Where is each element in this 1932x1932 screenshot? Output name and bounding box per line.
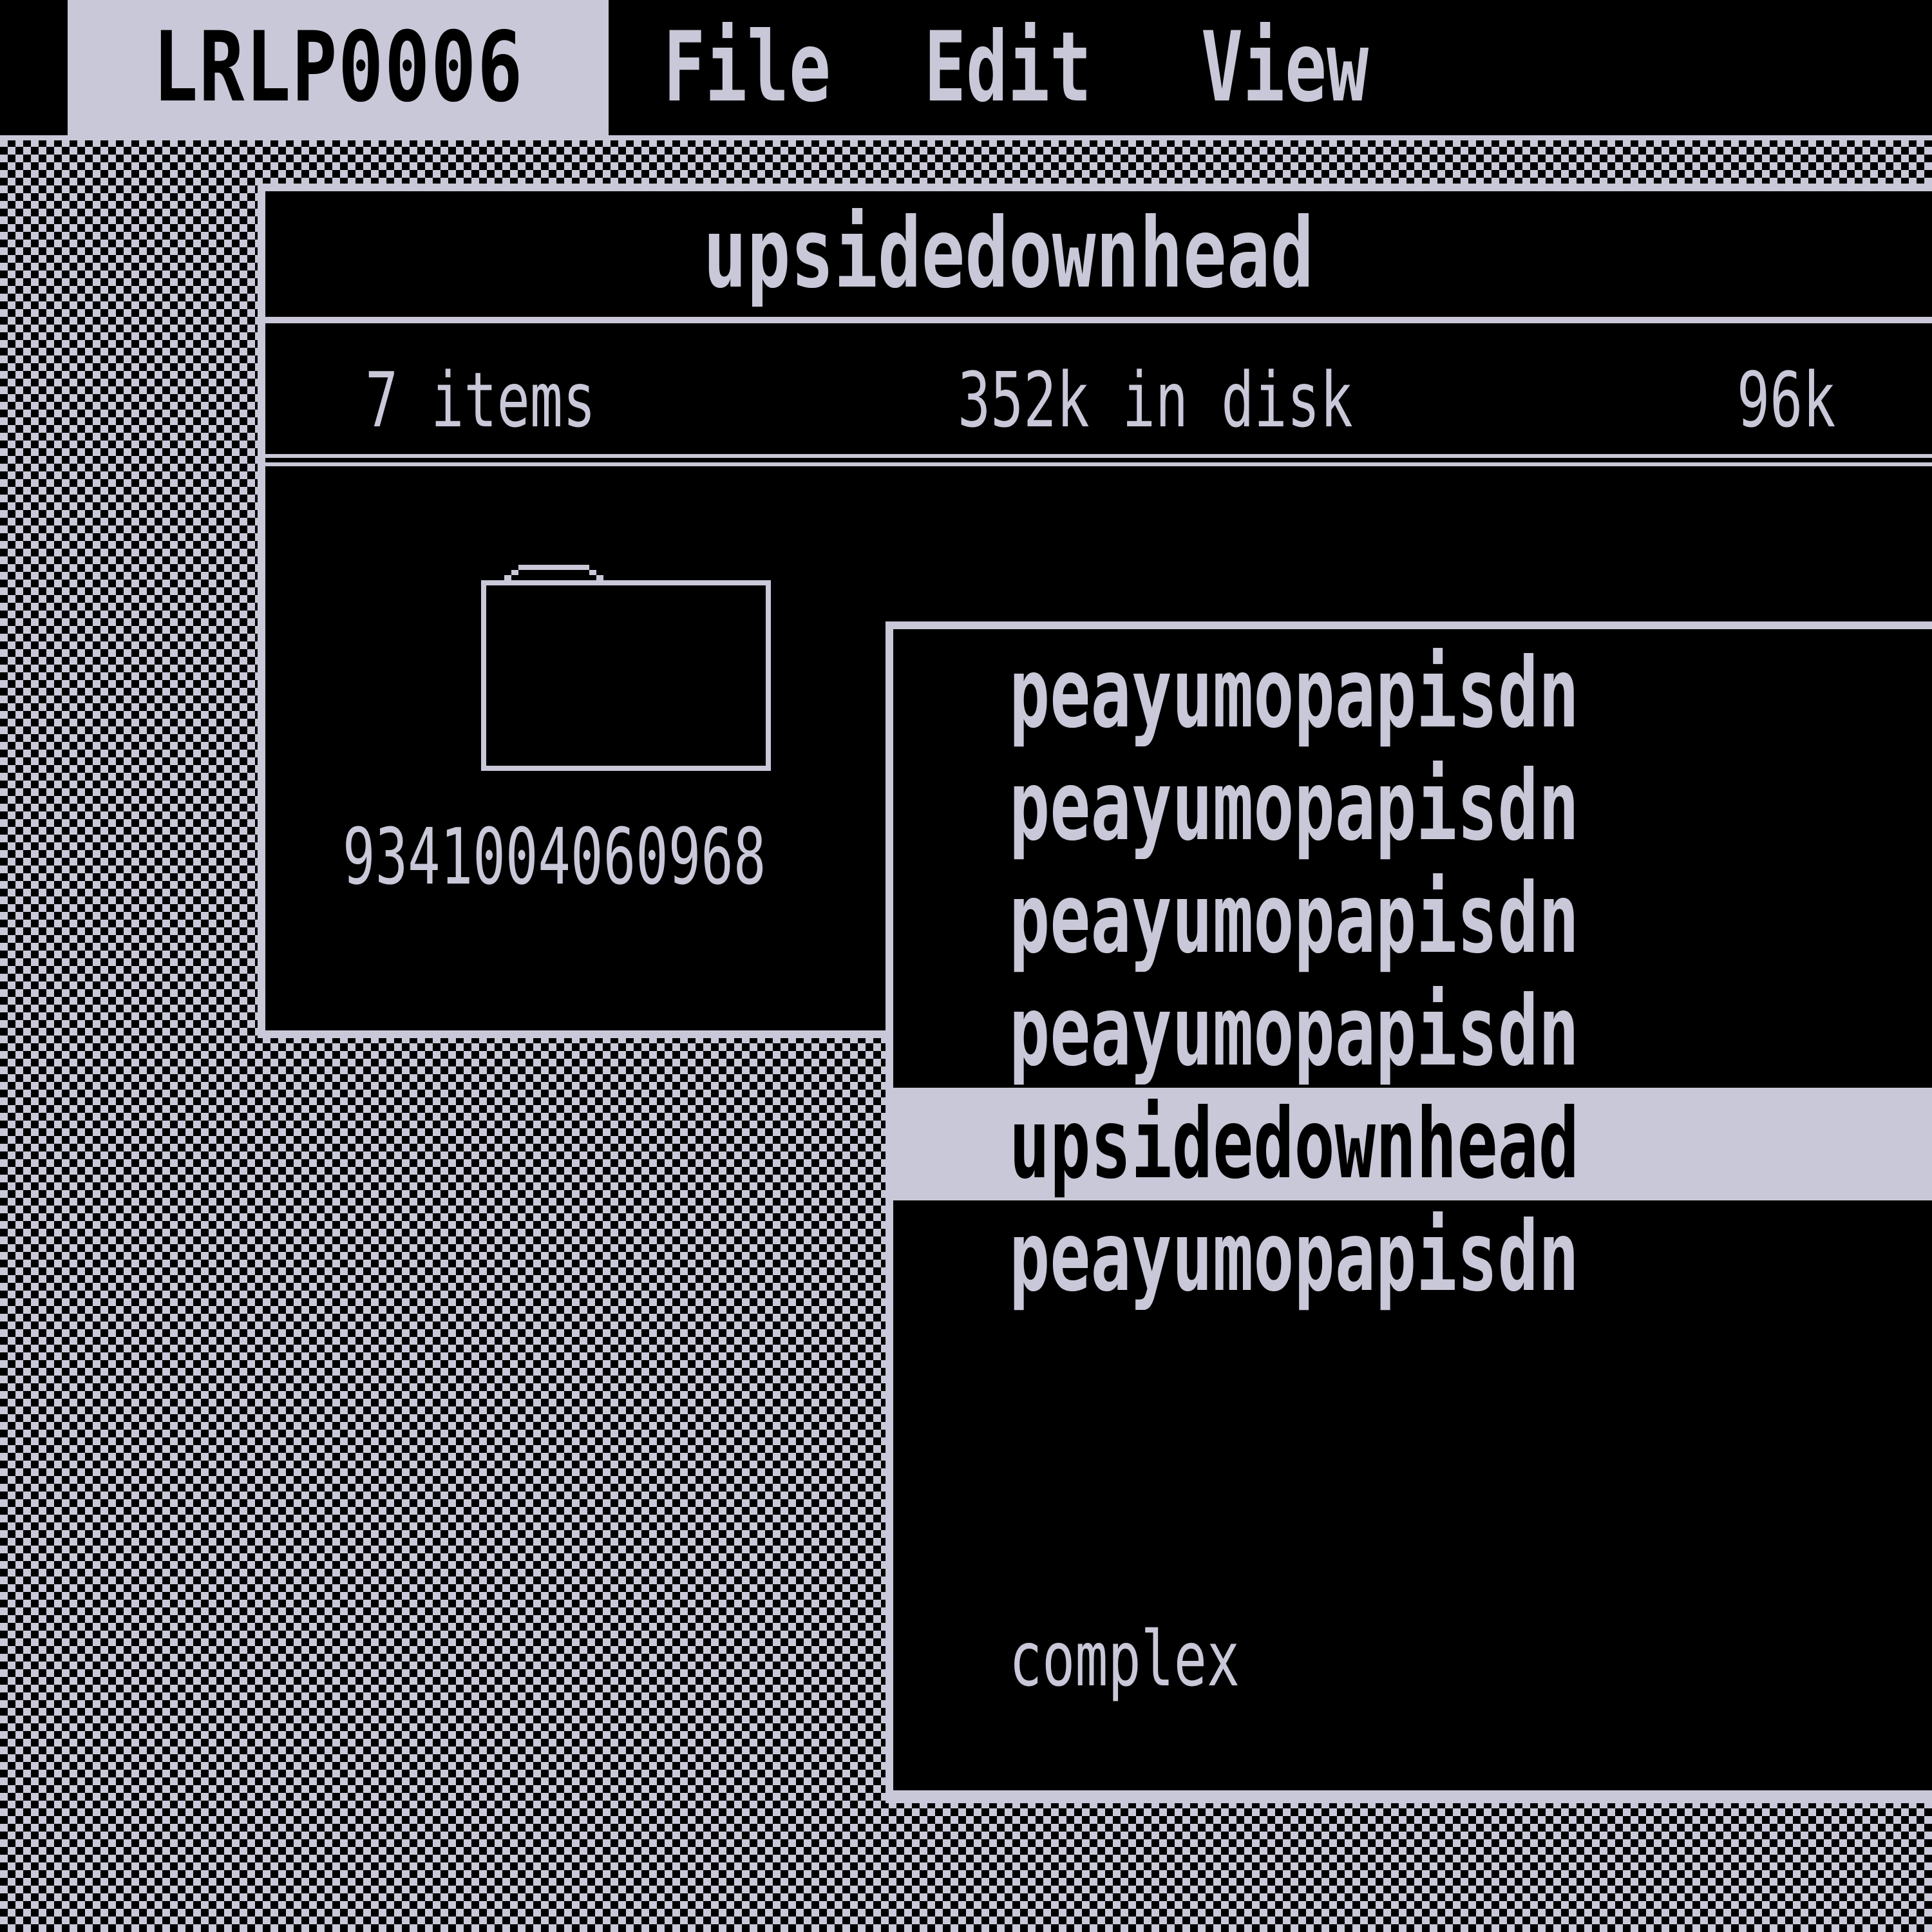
popup-menu-item-selected[interactable]: upsidedownhead bbox=[893, 1088, 1932, 1200]
folder-label: 9341004060968 bbox=[343, 813, 766, 902]
menu-view[interactable]: View bbox=[1201, 0, 1368, 135]
menu-file[interactable]: File bbox=[663, 0, 831, 135]
popup-menu-item[interactable]: peayumopapisdn bbox=[893, 637, 1932, 750]
item-count: 7 items bbox=[365, 355, 596, 444]
info-divider-top bbox=[265, 454, 1932, 458]
popup-menu-item-label: peayumopapisdn bbox=[1009, 862, 1580, 975]
popup-menu-item-label: peayumopapisdn bbox=[1009, 1200, 1580, 1313]
window-title-bar[interactable]: upsidedownhead bbox=[265, 191, 1932, 317]
popup-menu-item[interactable]: peayumopapisdn bbox=[893, 1200, 1932, 1313]
available-space: 96k bbox=[1737, 355, 1836, 444]
window-info-bar: 7 items 352k in disk 96k bbox=[265, 323, 1932, 459]
menu-file-label: File bbox=[663, 12, 831, 124]
folder-icon bbox=[481, 565, 771, 771]
popup-menu-item[interactable]: peayumopapisdn bbox=[893, 750, 1932, 862]
app-name: LRLP0006 bbox=[153, 12, 524, 124]
popup-menu-item-label: peayumopapisdn bbox=[1009, 750, 1580, 862]
menu-view-label: View bbox=[1201, 12, 1369, 124]
popup-menu-item[interactable]: peayumopapisdn bbox=[893, 975, 1932, 1088]
disk-usage: 352k in disk bbox=[958, 355, 1353, 444]
popup-menu: peayumopapisdn peayumopapisdn peayumopap… bbox=[886, 621, 1932, 1803]
menu-edit-label: Edit bbox=[924, 12, 1092, 124]
popup-menu-item-label: upsidedownhead bbox=[1009, 1088, 1580, 1200]
info-divider-bottom bbox=[265, 462, 1932, 466]
popup-footer-note: complex bbox=[1009, 1615, 1240, 1703]
popup-menu-item-label: peayumopapisdn bbox=[1009, 975, 1580, 1088]
popup-menu-item-label: peayumopapisdn bbox=[1009, 637, 1580, 750]
app-menu[interactable]: LRLP0006 bbox=[68, 0, 609, 135]
menu-bar: LRLP0006 File Edit View bbox=[0, 0, 1932, 140]
window-title: upsidedownhead bbox=[703, 198, 1314, 310]
popup-menu-item[interactable]: peayumopapisdn bbox=[893, 862, 1932, 975]
title-divider bbox=[265, 317, 1932, 323]
menu-edit[interactable]: Edit bbox=[924, 0, 1092, 135]
